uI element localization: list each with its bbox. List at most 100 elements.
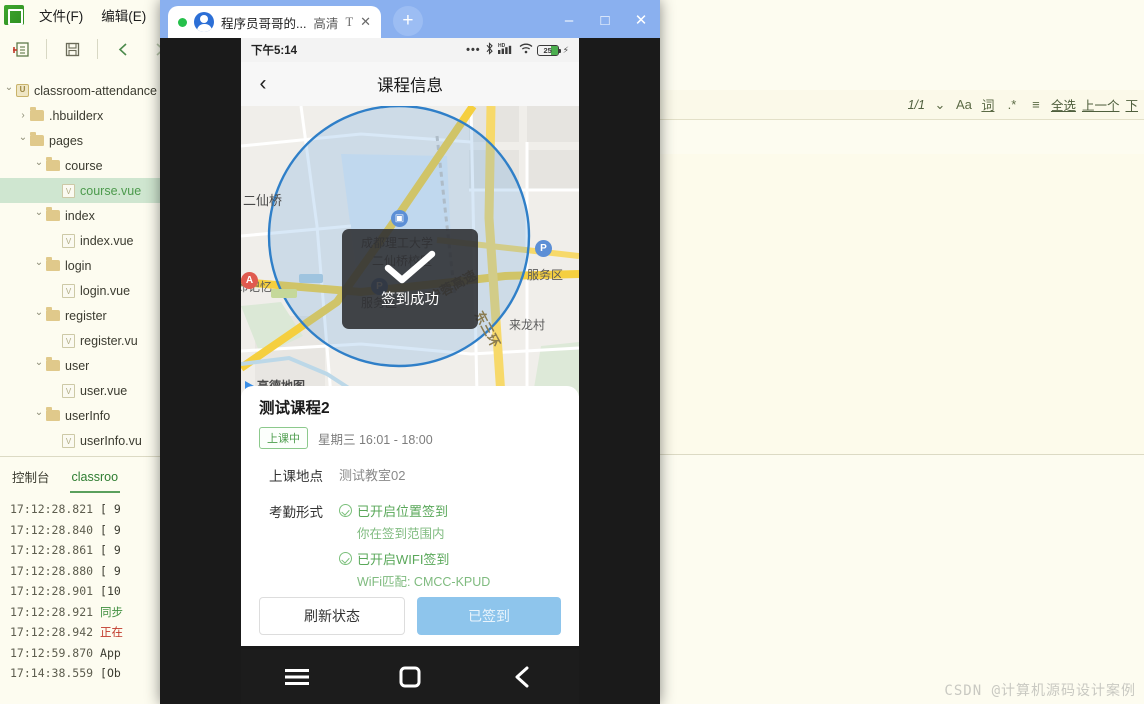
- tree-item[interactable]: .hbuilderx: [0, 103, 169, 128]
- left-panel: U classroom-attendance .hbuilderx pages: [0, 68, 170, 704]
- phone-screen: 下午5:14 ••• HD 25 ⚡ ‹ 课程信息 二仙桥 服务区 来龙村 记忆…: [241, 38, 579, 646]
- menu-edit[interactable]: 编辑(E): [92, 2, 155, 28]
- emulator-device-tab[interactable]: 程序员哥哥的... 高清 T ✕: [168, 6, 381, 38]
- chevron-down-icon[interactable]: [32, 160, 46, 171]
- log-time: 17:12:28.880: [10, 563, 94, 578]
- tree-item[interactable]: login: [0, 253, 169, 278]
- emulator-window: 程序员哥哥的... 高清 T ✕ + – □ ✕ 下午5:14 ••• HD 2…: [160, 0, 660, 704]
- chevron-right-icon[interactable]: [16, 110, 30, 121]
- emulator-tab-title: 程序员哥哥的...: [221, 16, 307, 31]
- chevron-down-icon[interactable]: [32, 360, 46, 371]
- chevron-down-icon[interactable]: ⌄: [931, 97, 949, 113]
- tree-label: user: [65, 358, 90, 373]
- tree-item[interactable]: V register.vu: [0, 328, 169, 353]
- toolbar-divider-2: [97, 39, 98, 59]
- map-parking-icon[interactable]: P: [535, 240, 552, 257]
- save-icon[interactable]: [55, 34, 89, 64]
- chevron-down-icon[interactable]: [32, 260, 46, 271]
- tree-item[interactable]: index: [0, 203, 169, 228]
- battery-icon: 25: [536, 44, 561, 56]
- left-console-panel: 控制台 classroo 17:12:28.821 [ 9 17:12:28.8…: [0, 456, 169, 704]
- card-actions: 刷新状态 已签到: [259, 597, 561, 635]
- find-previous-button[interactable]: 上一个: [1082, 95, 1120, 114]
- chevron-down-icon[interactable]: [2, 85, 16, 96]
- chevron-down-icon[interactable]: [32, 210, 46, 221]
- tree-item[interactable]: V index.vue: [0, 228, 169, 253]
- status-icons: ••• HD 25 ⚡: [466, 42, 569, 58]
- folder-icon: [46, 257, 60, 271]
- whole-word-icon[interactable]: 词: [979, 95, 997, 114]
- close-window-button[interactable]: ✕: [626, 8, 656, 32]
- folder-icon: [46, 357, 60, 371]
- tree-item[interactable]: pages: [0, 128, 169, 153]
- hbuilderx-logo-icon: [4, 5, 24, 25]
- match-case-icon[interactable]: Aa: [955, 97, 973, 112]
- regex-icon[interactable]: .*: [1003, 97, 1021, 112]
- watermark: CSDN @计算机源码设计案例: [944, 683, 1136, 699]
- folder-icon: [30, 107, 44, 121]
- quality-label[interactable]: 高清: [313, 13, 338, 32]
- back-icon[interactable]: [501, 662, 545, 692]
- attendance-row: 考勤形式 已开启位置签到 你在签到范围内 已开启WIFI签到 WiFi匹配: C…: [259, 501, 561, 597]
- tree-item[interactable]: userInfo: [0, 403, 169, 428]
- log-time: 17:12:28.861: [10, 543, 94, 557]
- chevron-down-icon[interactable]: [16, 135, 30, 146]
- minimize-button[interactable]: –: [554, 8, 584, 32]
- map-poi-icon[interactable]: A: [241, 272, 258, 289]
- map-poi-icon[interactable]: ▣: [391, 210, 408, 227]
- menu-icon[interactable]: [275, 662, 319, 692]
- vue-file-icon: V: [62, 233, 75, 248]
- chevron-down-icon[interactable]: [32, 410, 46, 421]
- new-file-icon[interactable]: [4, 34, 38, 64]
- project-icon: U: [16, 84, 29, 97]
- tree-item[interactable]: course: [0, 153, 169, 178]
- tab-classroom[interactable]: classroo: [69, 465, 121, 493]
- signed-in-button[interactable]: 已签到: [417, 597, 561, 635]
- home-icon[interactable]: [388, 662, 432, 692]
- status-time: 下午5:14: [251, 45, 298, 57]
- emulator-titlebar: 程序员哥哥的... 高清 T ✕ + – □ ✕: [160, 0, 660, 38]
- charging-icon: ⚡: [562, 44, 569, 55]
- maximize-button[interactable]: □: [590, 8, 620, 32]
- tree-label: pages: [49, 133, 84, 148]
- course-subline: 上课中 星期三 16:01 - 18:00: [259, 427, 561, 449]
- new-tab-button[interactable]: +: [392, 6, 423, 36]
- back-icon[interactable]: [106, 34, 140, 64]
- user-avatar-icon: [194, 12, 214, 32]
- tree-label: classroom-attendance: [34, 83, 157, 98]
- tree-label: login.vue: [80, 283, 131, 298]
- text-mode-icon[interactable]: T: [345, 15, 353, 30]
- log-time: 17:12:28.921: [10, 604, 94, 619]
- battery-level: 25: [543, 45, 552, 55]
- project-tree[interactable]: U classroom-attendance .hbuilderx pages: [0, 68, 169, 456]
- log-time: 17:12:28.840: [10, 522, 94, 537]
- vue-file-icon: V: [62, 383, 75, 398]
- match-count: 1/1: [907, 97, 925, 112]
- tree-item-course-vue[interactable]: V course.vue: [0, 178, 169, 203]
- tree-item[interactable]: user: [0, 353, 169, 378]
- tree-item[interactable]: V login.vue: [0, 278, 169, 303]
- find-next-button[interactable]: 下: [1125, 95, 1138, 114]
- tree-item[interactable]: V userInfo.vu: [0, 428, 169, 453]
- select-all-button[interactable]: 全选: [1051, 95, 1076, 114]
- status-badge: 上课中: [259, 427, 308, 449]
- map-view[interactable]: 二仙桥 成都理工大学 二仙桥校区 服务区 服务区 来龙村 郊记忆 沪蓉高速 东三…: [241, 106, 579, 396]
- folder-icon: [46, 207, 60, 221]
- tree-label: register: [65, 308, 107, 323]
- chevron-down-icon[interactable]: [32, 310, 46, 321]
- tree-label: index: [65, 208, 95, 223]
- close-tab-icon[interactable]: ✕: [360, 14, 371, 30]
- toolbar-divider: [46, 39, 47, 59]
- menu-file[interactable]: 文件(F): [30, 2, 92, 28]
- tree-item[interactable]: V user.vue: [0, 378, 169, 403]
- filter-icon[interactable]: ≡: [1027, 97, 1045, 112]
- tree-label: course: [65, 158, 103, 173]
- log-time: 17:12:59.870: [10, 645, 94, 660]
- back-icon[interactable]: ‹: [241, 72, 285, 96]
- course-time: 星期三 16:01 - 18:00: [318, 432, 433, 447]
- check-circle-icon: [339, 552, 352, 565]
- tree-item[interactable]: register: [0, 303, 169, 328]
- tree-item[interactable]: U classroom-attendance: [0, 78, 169, 103]
- tab-console[interactable]: 控制台: [10, 462, 52, 493]
- refresh-status-button[interactable]: 刷新状态: [259, 597, 405, 635]
